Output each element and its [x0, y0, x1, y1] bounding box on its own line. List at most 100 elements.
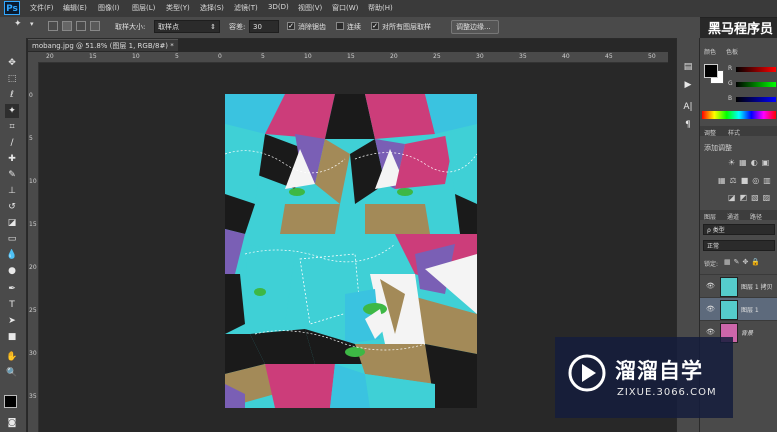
tab-paths[interactable]: 路径	[750, 212, 762, 221]
contiguous-label: 连续	[347, 23, 361, 31]
channel-b-slider[interactable]	[736, 97, 776, 102]
actions-icon[interactable]: ▶	[681, 78, 695, 92]
menu-type[interactable]: 类型(Y)	[166, 3, 190, 13]
brush-tool-icon[interactable]: ✎	[5, 168, 19, 182]
tab-adjustments[interactable]: 调整	[704, 128, 716, 137]
menu-window[interactable]: 窗口(W)	[332, 3, 358, 13]
subtract-selection-icon[interactable]	[76, 21, 86, 31]
menu-edit[interactable]: 编辑(E)	[63, 3, 87, 13]
menu-help[interactable]: 帮助(H)	[368, 3, 393, 13]
history-icon[interactable]: ▤	[681, 60, 695, 74]
adjustment-icons-row1[interactable]: ☀▦◐▣	[728, 158, 773, 167]
pen-tool-icon[interactable]: ✒	[5, 282, 19, 296]
menu-view[interactable]: 视图(V)	[298, 3, 322, 13]
ruler-h-label: 10	[304, 53, 312, 60]
tab-channels[interactable]: 通道	[727, 212, 739, 221]
lock-icons[interactable]: ▦✎✥🔒	[724, 258, 763, 266]
menu-filter[interactable]: 滤镜(T)	[234, 3, 258, 13]
channel-b-label: B	[728, 95, 733, 102]
menu-bar: Ps 文件(F) 编辑(E) 图像(I) 图层(L) 类型(Y) 选择(S) 滤…	[0, 0, 777, 18]
layer-kind-filter[interactable]: ρ 类型	[703, 224, 775, 235]
ruler-h-label: 35	[519, 53, 527, 60]
menu-select[interactable]: 选择(S)	[200, 3, 224, 13]
dodge-tool-icon[interactable]: ●	[5, 264, 19, 278]
ruler-v-label: 15	[29, 221, 37, 228]
new-selection-icon[interactable]	[48, 21, 58, 31]
gradient-tool-icon[interactable]: ▭	[5, 232, 19, 246]
crop-tool-icon[interactable]: ⌗	[5, 120, 19, 134]
color-spectrum[interactable]	[702, 111, 776, 119]
color-fg-swatch[interactable]	[704, 64, 718, 78]
history-brush-icon[interactable]: ↺	[5, 200, 19, 214]
healing-brush-icon[interactable]: ✚	[5, 152, 19, 166]
brand-text: 黑马程序员	[707, 22, 773, 37]
adjustment-icons-row3[interactable]: ◪◩▧▨	[728, 193, 774, 202]
ruler-h-label: 45	[605, 53, 613, 60]
type-tool-icon[interactable]: T	[5, 298, 19, 312]
character-icon[interactable]: A|	[681, 100, 695, 114]
clone-stamp-icon[interactable]: ⊥	[5, 184, 19, 198]
menu-3d[interactable]: 3D(D)	[268, 3, 289, 11]
chevron-down-icon[interactable]: ▾	[30, 20, 34, 28]
tab-swatches[interactable]: 色板	[726, 47, 738, 56]
adjustment-icons-row2[interactable]: ▦⚖■◎▥	[718, 176, 775, 185]
quick-mask-icon[interactable]: ◙	[5, 416, 19, 430]
canvas-image[interactable]	[225, 94, 477, 408]
ruler-v-label: 25	[29, 307, 37, 314]
ruler-h-label: 10	[132, 53, 140, 60]
paragraph-icon[interactable]: ¶	[681, 118, 695, 132]
blend-mode-select[interactable]: 正常	[703, 240, 775, 251]
magic-wand-tool-icon[interactable]: ✦	[5, 104, 19, 118]
visibility-eye-icon[interactable]: 👁	[706, 305, 715, 313]
intersect-selection-icon[interactable]	[90, 21, 100, 31]
channel-r-slider[interactable]	[736, 67, 776, 72]
sample-size-select[interactable]: 取样点 ⇕	[154, 20, 220, 33]
menu-file[interactable]: 文件(F)	[30, 3, 54, 13]
all-layers-checkbox[interactable]: ✓	[371, 22, 379, 30]
photoshop-logo: Ps	[4, 1, 20, 15]
blur-tool-icon[interactable]: 💧	[5, 248, 19, 262]
lock-label: 锁定:	[704, 261, 719, 268]
move-tool-icon[interactable]: ✥	[5, 56, 19, 70]
ruler-h-label: 40	[562, 53, 570, 60]
lasso-tool-icon[interactable]: ℓ	[5, 88, 19, 102]
visibility-eye-icon[interactable]: 👁	[706, 328, 715, 336]
zoom-tool-icon[interactable]: 🔍	[5, 366, 19, 380]
shape-tool-icon[interactable]: ■	[5, 330, 19, 344]
magic-wand-icon[interactable]: ✦	[14, 19, 22, 29]
foreground-color-swatch[interactable]	[4, 395, 17, 408]
add-selection-icon[interactable]	[62, 21, 72, 31]
document-tab[interactable]: mobang.jpg @ 51.8% (图层 1, RGB/8#) * ×	[28, 39, 178, 62]
antialias-checkbox[interactable]: ✓	[287, 22, 295, 30]
path-select-icon[interactable]: ➤	[5, 314, 19, 328]
visibility-eye-icon[interactable]: 👁	[706, 282, 715, 290]
layer-row[interactable]: 👁 图层 1 拷贝	[700, 274, 777, 297]
tolerance-input[interactable]: 30	[249, 20, 279, 33]
hand-tool-icon[interactable]: ✋	[5, 350, 19, 364]
eraser-tool-icon[interactable]: ◪	[5, 216, 19, 230]
ruler-v-label: 35	[29, 393, 37, 400]
channel-g-label: G	[728, 80, 733, 87]
watermark: 溜溜自学 ZIXUE.3066.COM	[555, 337, 733, 418]
layer-name: 图层 1 拷贝	[741, 284, 773, 291]
eyedropper-tool-icon[interactable]: ∕	[5, 136, 19, 150]
layer-row-selected[interactable]: 👁 图层 1	[700, 297, 777, 320]
channel-g-slider[interactable]	[736, 82, 776, 87]
ruler-h-label: 15	[347, 53, 355, 60]
menu-layer[interactable]: 图层(L)	[132, 3, 155, 13]
ruler-v-label: 5	[29, 135, 33, 142]
artwork-graphic	[225, 94, 477, 408]
refine-edge-button[interactable]: 调整边缘...	[451, 20, 499, 34]
contiguous-checkbox[interactable]	[336, 22, 344, 30]
tab-color[interactable]: 颜色	[704, 47, 716, 56]
ruler-h-label: 5	[175, 53, 179, 60]
layer-name: 图层 1	[741, 307, 759, 314]
tab-layers[interactable]: 图层	[704, 212, 716, 221]
layer-thumbnail	[720, 277, 738, 297]
tab-styles[interactable]: 样式	[728, 128, 740, 137]
marquee-tool-icon[interactable]: ⬚	[5, 72, 19, 86]
channel-r-label: R	[728, 65, 733, 72]
ruler-h-label: 50	[648, 53, 656, 60]
menu-image[interactable]: 图像(I)	[98, 3, 120, 13]
layer-thumbnail	[720, 300, 738, 320]
